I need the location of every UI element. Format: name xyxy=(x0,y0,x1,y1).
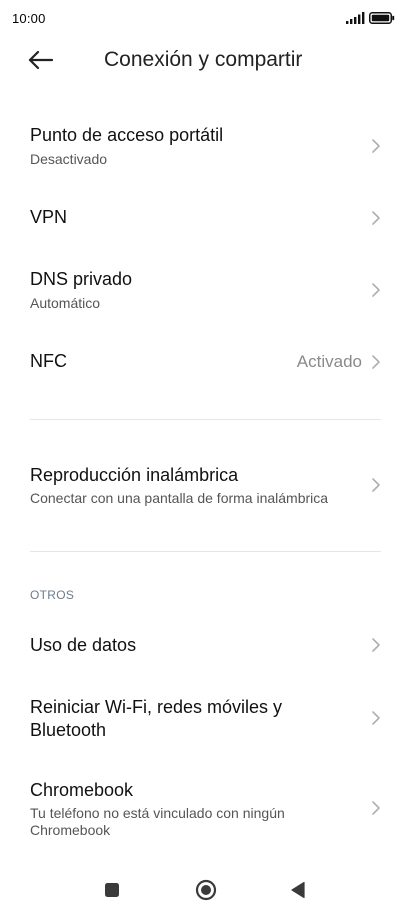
vpn-item[interactable]: VPN xyxy=(0,190,411,246)
page-title: Conexión y compartir xyxy=(104,48,303,71)
nfc-status-value: Activado xyxy=(296,352,362,371)
row-title: NFC xyxy=(30,351,67,371)
circle-icon xyxy=(195,879,217,901)
recents-button[interactable] xyxy=(98,876,126,904)
hotspot-item[interactable]: Punto de acceso portátil Desactivado xyxy=(0,112,411,180)
chevron-right-icon xyxy=(372,711,380,725)
section-header-others: OTROS xyxy=(30,588,75,602)
divider xyxy=(30,551,381,552)
chevron-right-icon xyxy=(372,283,380,297)
data-usage-item[interactable]: Uso de datos xyxy=(0,620,411,670)
row-title: Punto de acceso portátil xyxy=(30,125,224,145)
status-bar: 10:00 xyxy=(0,0,411,36)
chevron-right-icon xyxy=(372,139,380,153)
chevron-right-icon xyxy=(372,211,380,225)
battery-icon xyxy=(369,12,395,24)
navigation-bar xyxy=(0,866,411,914)
chromebook-item[interactable]: Chromebook Tu teléfono no está vinculado… xyxy=(0,770,411,846)
row-title-line1: Reiniciar Wi-Fi, redes móviles y xyxy=(30,697,283,717)
divider xyxy=(30,419,381,420)
row-title: Reproducción inalámbrica xyxy=(30,465,239,485)
row-title: Uso de datos xyxy=(30,635,137,655)
chevron-right-icon xyxy=(372,355,380,369)
back-nav-button[interactable] xyxy=(284,876,312,904)
row-subtitle-line2: Chromebook xyxy=(30,822,111,838)
row-subtitle: Automático xyxy=(30,295,101,311)
private-dns-item[interactable]: DNS privado Automático xyxy=(0,256,411,324)
row-subtitle: Conectar con una pantalla de forma inalá… xyxy=(30,490,329,506)
app-bar: Conexión y compartir xyxy=(0,36,411,86)
row-title: DNS privado xyxy=(30,269,133,289)
chevron-right-icon xyxy=(372,638,380,652)
chevron-right-icon xyxy=(372,478,380,492)
triangle-back-icon xyxy=(291,881,305,899)
arrow-left-icon xyxy=(28,50,54,70)
row-title: VPN xyxy=(30,207,68,227)
status-time: 10:00 xyxy=(12,11,46,26)
square-icon xyxy=(105,883,119,897)
home-button[interactable] xyxy=(192,876,220,904)
signal-bars-icon xyxy=(346,12,365,24)
nfc-item[interactable]: NFC Activado xyxy=(0,334,411,390)
row-title: Chromebook xyxy=(30,780,134,800)
reset-network-item[interactable]: Reiniciar Wi-Fi, redes móviles y Bluetoo… xyxy=(0,686,411,750)
row-subtitle: Desactivado xyxy=(30,151,108,167)
chevron-right-icon xyxy=(372,801,380,815)
back-button[interactable] xyxy=(24,46,58,74)
wireless-display-item[interactable]: Reproducción inalámbrica Conectar con un… xyxy=(0,452,411,520)
row-subtitle-line1: Tu teléfono no está vinculado con ningún xyxy=(30,805,285,821)
row-title-line2: Bluetooth xyxy=(30,720,107,740)
